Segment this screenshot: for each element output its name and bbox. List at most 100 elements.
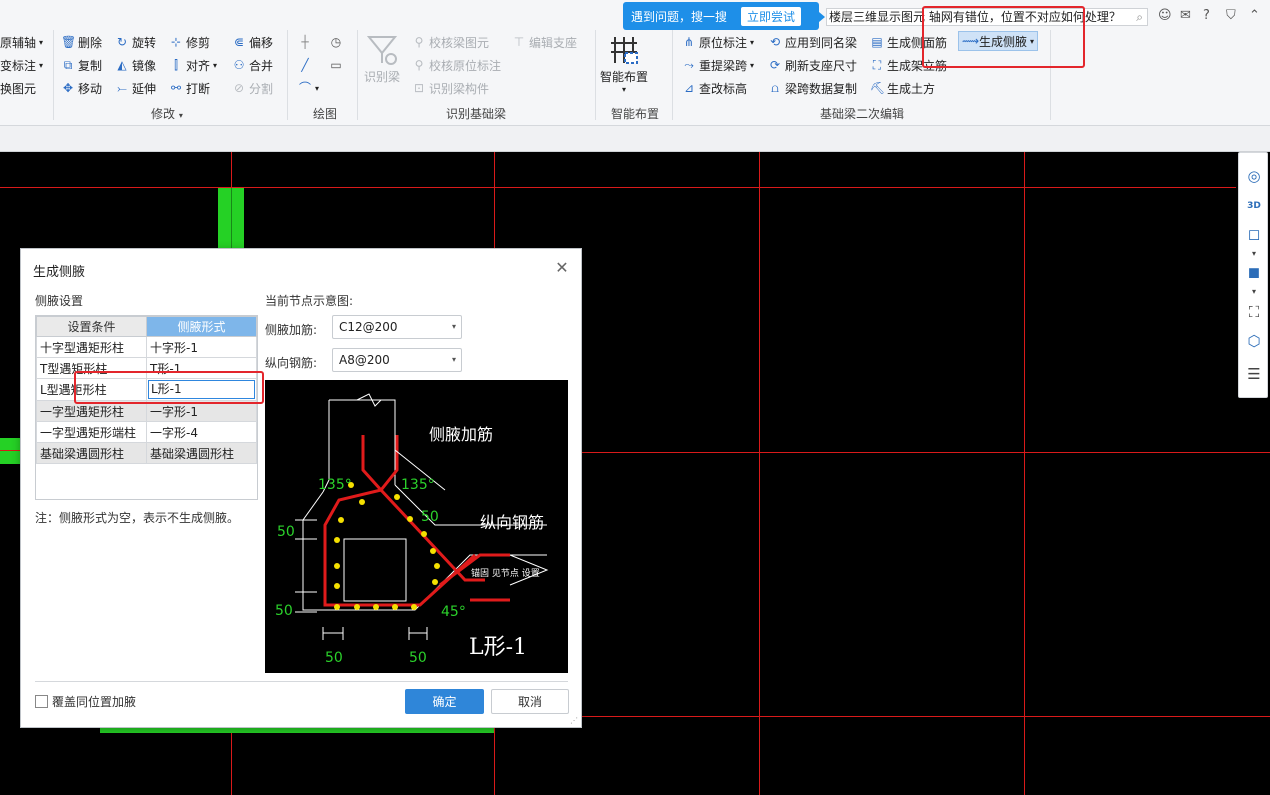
label: 生成侧腋 <box>979 34 1028 49</box>
identify-component-icon: ⊡ <box>413 81 425 95</box>
offset-button[interactable]: ⋐ 偏移 <box>232 33 273 51</box>
form-cell-input[interactable]: L形-1 <box>148 380 255 399</box>
column-header-form: 侧腋形式 <box>146 316 257 337</box>
list-view-icon[interactable]: ☰ <box>1243 363 1265 385</box>
smart-layout-button[interactable]: 智能布置 ▾ <box>600 32 648 94</box>
table-row[interactable]: 十字型遇矩形柱 十字形-1 <box>36 336 257 358</box>
overwrite-checkbox[interactable]: 覆盖同位置加腋 <box>35 693 136 710</box>
resize-grip-icon[interactable]: ⋰ <box>570 716 578 725</box>
form-cell[interactable]: 一字形-1 <box>146 400 257 422</box>
close-icon[interactable]: ✕ <box>553 258 571 277</box>
move-button[interactable]: ✥ 移动 <box>61 79 102 97</box>
arc-icon: ⌒ <box>298 81 311 95</box>
search-input[interactable]: 楼层三维显示图元 轴网有错位，位置不对应如何处理？ ⌕ <box>826 8 1148 26</box>
delete-button[interactable]: 🗑 删除 <box>61 33 102 51</box>
view-3d-icon[interactable]: 3D <box>1243 195 1265 217</box>
help-notify-bar: 遇到问题，搜一搜 立即尝试 <box>623 2 825 30</box>
ribbon-partial-item-1[interactable]: 原辅轴 ▾ <box>0 33 43 51</box>
cube-view-icon[interactable]: ◻ <box>1243 223 1265 245</box>
copy-span-data-button[interactable]: ⩍ 梁跨数据复制 <box>768 79 857 97</box>
ribbon-partial-item-2[interactable]: 变标注 ▾ <box>0 56 43 74</box>
solid-cube-icon[interactable]: ◼ <box>1243 261 1265 283</box>
edit-support-button[interactable]: ⊤ 编辑支座 <box>512 33 577 51</box>
span-icon: ⤳ <box>684 58 694 72</box>
form-cell[interactable]: T形-1 <box>146 357 257 379</box>
check-annotation-button[interactable]: ⚲ 校核原位标注 <box>412 56 501 74</box>
long-rebar-select[interactable]: A8@200 ▾ <box>332 348 462 372</box>
table-row[interactable]: 基础梁遇圆形柱 基础梁遇圆形柱 <box>36 442 257 464</box>
beam-element[interactable] <box>0 438 20 464</box>
table-row[interactable]: L型遇矩形柱 L形-1 <box>36 378 257 401</box>
axis-line <box>1024 152 1025 795</box>
user-icon[interactable]: ☺ <box>1158 8 1172 23</box>
form-cell-editing[interactable]: L形-1 <box>146 378 257 401</box>
extend-button[interactable]: ⤚ 延伸 <box>115 79 156 97</box>
refresh-support-button[interactable]: ⟳ 刷新支座尺寸 <box>768 56 857 74</box>
check-elevation-button[interactable]: ⊿ 查改标高 <box>682 79 747 97</box>
dropdown-icon[interactable]: ▾ <box>1243 286 1265 296</box>
generate-side-rebar-button[interactable]: ▤ 生成侧面筋 <box>870 33 947 51</box>
table-row[interactable]: 一字型遇矩形端柱 一字形-4 <box>36 421 257 443</box>
diagram-haunch-label: 侧腋加筋 <box>429 425 493 444</box>
generate-haunch-button[interactable]: ⟿ 生成侧腋 ▾ <box>958 31 1039 51</box>
split-button[interactable]: ⊘ 分割 <box>232 79 273 97</box>
label: 智能布置 <box>600 70 649 84</box>
checkbox-box[interactable] <box>35 695 48 708</box>
label: 镜像 <box>132 58 157 73</box>
form-cell[interactable]: 基础梁遇圆形柱 <box>146 442 257 464</box>
chat-icon[interactable]: ✉ <box>1180 8 1191 23</box>
copy-button[interactable]: ⧉ 复制 <box>61 56 102 74</box>
check-beam-button[interactable]: ⚲ 校核梁图元 <box>412 33 489 51</box>
form-cell[interactable]: 一字形-4 <box>146 421 257 443</box>
note-text: 注：侧腋形式为空，表示不生成侧腋。 <box>35 511 240 525</box>
search-icon[interactable]: ⌕ <box>1136 9 1143 25</box>
label: 删除 <box>78 35 103 50</box>
dimension-label: 50 <box>325 650 343 666</box>
rotate-button[interactable]: ↻ 旋转 <box>115 33 156 51</box>
help-icon[interactable]: ? <box>1203 8 1210 23</box>
dimension-label: 50 <box>277 524 295 540</box>
mirror-icon: ◭ <box>117 58 127 72</box>
fullscreen-icon[interactable]: ⛶ <box>1243 301 1265 323</box>
beam-centerline <box>231 188 232 248</box>
mirror-button[interactable]: ◭ 镜像 <box>115 56 156 74</box>
skin-icon[interactable]: ⛉ <box>1226 8 1236 23</box>
copy-span-icon: ⩍ <box>771 81 779 95</box>
point-tool[interactable]: ┼ <box>298 33 312 51</box>
identify-beam-button[interactable]: 识别梁 <box>364 32 400 85</box>
ribbon-partial-item-3[interactable]: 换图元 <box>0 79 36 97</box>
table-row[interactable]: 一字型遇矩形柱 一字形-1 <box>36 400 257 422</box>
form-cell[interactable]: 十字形-1 <box>146 336 257 358</box>
identify-component-button[interactable]: ⊡ 识别梁构件 <box>412 79 489 97</box>
generate-earthwork-button[interactable]: ⛏ 生成土方 <box>870 79 935 97</box>
group-separator <box>287 30 288 120</box>
generate-erection-rebar-button[interactable]: ⛶ 生成架立筋 <box>870 56 947 74</box>
ok-button[interactable]: 确定 <box>405 689 484 714</box>
axis-line <box>582 716 1270 717</box>
label: 修剪 <box>186 35 211 50</box>
merge-button[interactable]: ⚇ 合并 <box>232 56 273 74</box>
orbit-icon[interactable]: ◎ <box>1243 165 1265 187</box>
re-extract-span-button[interactable]: ⤳ 重提梁跨 ▾ <box>682 56 754 74</box>
in-place-annotation-button[interactable]: ⋔ 原位标注 ▾ <box>682 33 754 51</box>
extend-icon: ⤚ <box>117 81 127 95</box>
notify-text: 遇到问题，搜一搜 <box>631 9 728 24</box>
break-button[interactable]: ⚯ 打断 <box>169 79 210 97</box>
try-now-button[interactable]: 立即尝试 <box>741 6 802 26</box>
arc-center-tool[interactable]: ◷ <box>329 33 343 51</box>
hex-view-icon[interactable]: ⬡ <box>1243 330 1265 352</box>
dialog-title: 生成侧腋 <box>33 265 86 280</box>
haunch-rebar-select[interactable]: C12@200 ▾ <box>332 315 462 339</box>
table-row[interactable]: T型遇矩形柱 T形-1 <box>36 357 257 379</box>
apply-same-name-button[interactable]: ⟲ 应用到同名梁 <box>768 33 857 51</box>
align-button[interactable]: ⫿ 对齐 ▾ <box>169 56 217 74</box>
offset-icon: ⋐ <box>233 35 245 49</box>
line-tool[interactable]: ╱ <box>298 56 312 74</box>
rect-tool[interactable]: ▭ <box>329 56 343 74</box>
arc-tool[interactable]: ⌒ ▾ <box>298 79 319 97</box>
cancel-button[interactable]: 取消 <box>491 689 569 714</box>
trim-button[interactable]: ⊹ 修剪 <box>169 33 210 51</box>
collapse-icon[interactable]: ⌃ <box>1249 8 1260 23</box>
dropdown-icon[interactable]: ▾ <box>1243 248 1265 258</box>
label: 刷新支座尺寸 <box>785 58 858 73</box>
